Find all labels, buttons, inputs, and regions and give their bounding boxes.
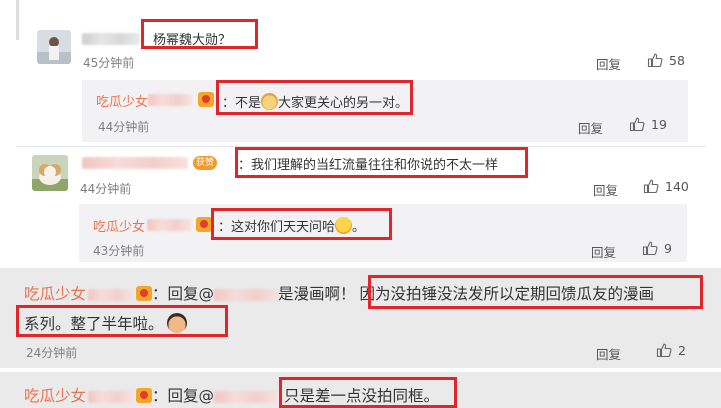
reply-button[interactable]: 回复 [596,344,621,363]
reply-time: 43分钟前 [93,244,145,258]
comment-1: 杨幂魏大勋？ 45分钟前 回复 58 吃瓜少女 ：不是 大家更关心的另一对。 44… [0,0,721,148]
blurred-username[interactable] [148,94,192,106]
comment-time: 24分钟前 [26,346,78,360]
reply-button[interactable]: 回复 [578,118,603,137]
highlight-box [211,208,392,240]
crown-badge-icon [136,388,153,403]
thumbs-up-icon [643,179,659,194]
reply-username[interactable]: 吃瓜少女 [93,216,145,235]
like-count: 19 [651,116,667,132]
thumbs-up-icon [642,241,658,256]
blurred-mention[interactable] [214,390,279,403]
crown-badge-icon [136,286,153,301]
comment-2: 获赞 ：我们理解的当红流量往往和你说的不太一样 44分钟前 回复 140 吃瓜少… [0,147,721,265]
thumbs-up-icon [656,343,672,358]
like-button[interactable]: 2 [656,342,686,358]
comment-time: 44分钟前 [80,182,132,196]
crown-badge-icon: 获赞 [193,156,218,170]
quoted-username[interactable]: 吃瓜少女 [24,387,86,405]
reply-username[interactable]: 吃瓜少女 [96,91,148,110]
reply-button[interactable]: 回复 [596,54,621,73]
highlight-box [216,80,413,115]
like-button[interactable]: 9 [642,240,672,256]
like-button[interactable]: 140 [643,178,689,194]
comment-time: 45分钟前 [83,56,135,70]
thumbs-up-icon [629,117,645,132]
highlight-box [141,19,258,49]
blurred-username[interactable] [82,157,188,169]
thread-line [16,0,19,40]
reply-button[interactable]: 回复 [593,180,618,199]
crown-badge-icon [196,217,212,232]
highlight-box [235,147,528,178]
crown-badge-icon [198,92,214,107]
reply-button[interactable]: 回复 [591,242,616,261]
thumbs-up-icon [647,53,663,68]
reply-time: 44分钟前 [98,120,150,134]
blurred-username[interactable] [82,33,140,45]
highlight-box [16,305,228,337]
like-button[interactable]: 58 [647,52,685,68]
like-count: 9 [664,240,672,256]
quoted-username[interactable]: 吃瓜少女 [24,285,86,303]
highlight-box [368,275,703,309]
blurred-username[interactable] [88,288,133,301]
blurred-username[interactable] [88,390,133,403]
like-count: 2 [678,342,686,358]
like-button[interactable]: 19 [629,116,667,132]
blurred-username[interactable] [147,219,191,231]
blurred-mention[interactable] [214,288,279,301]
like-count: 58 [669,52,685,68]
avatar[interactable] [37,30,71,64]
like-count: 140 [665,178,689,194]
highlight-box [279,377,457,408]
avatar[interactable] [32,155,68,191]
